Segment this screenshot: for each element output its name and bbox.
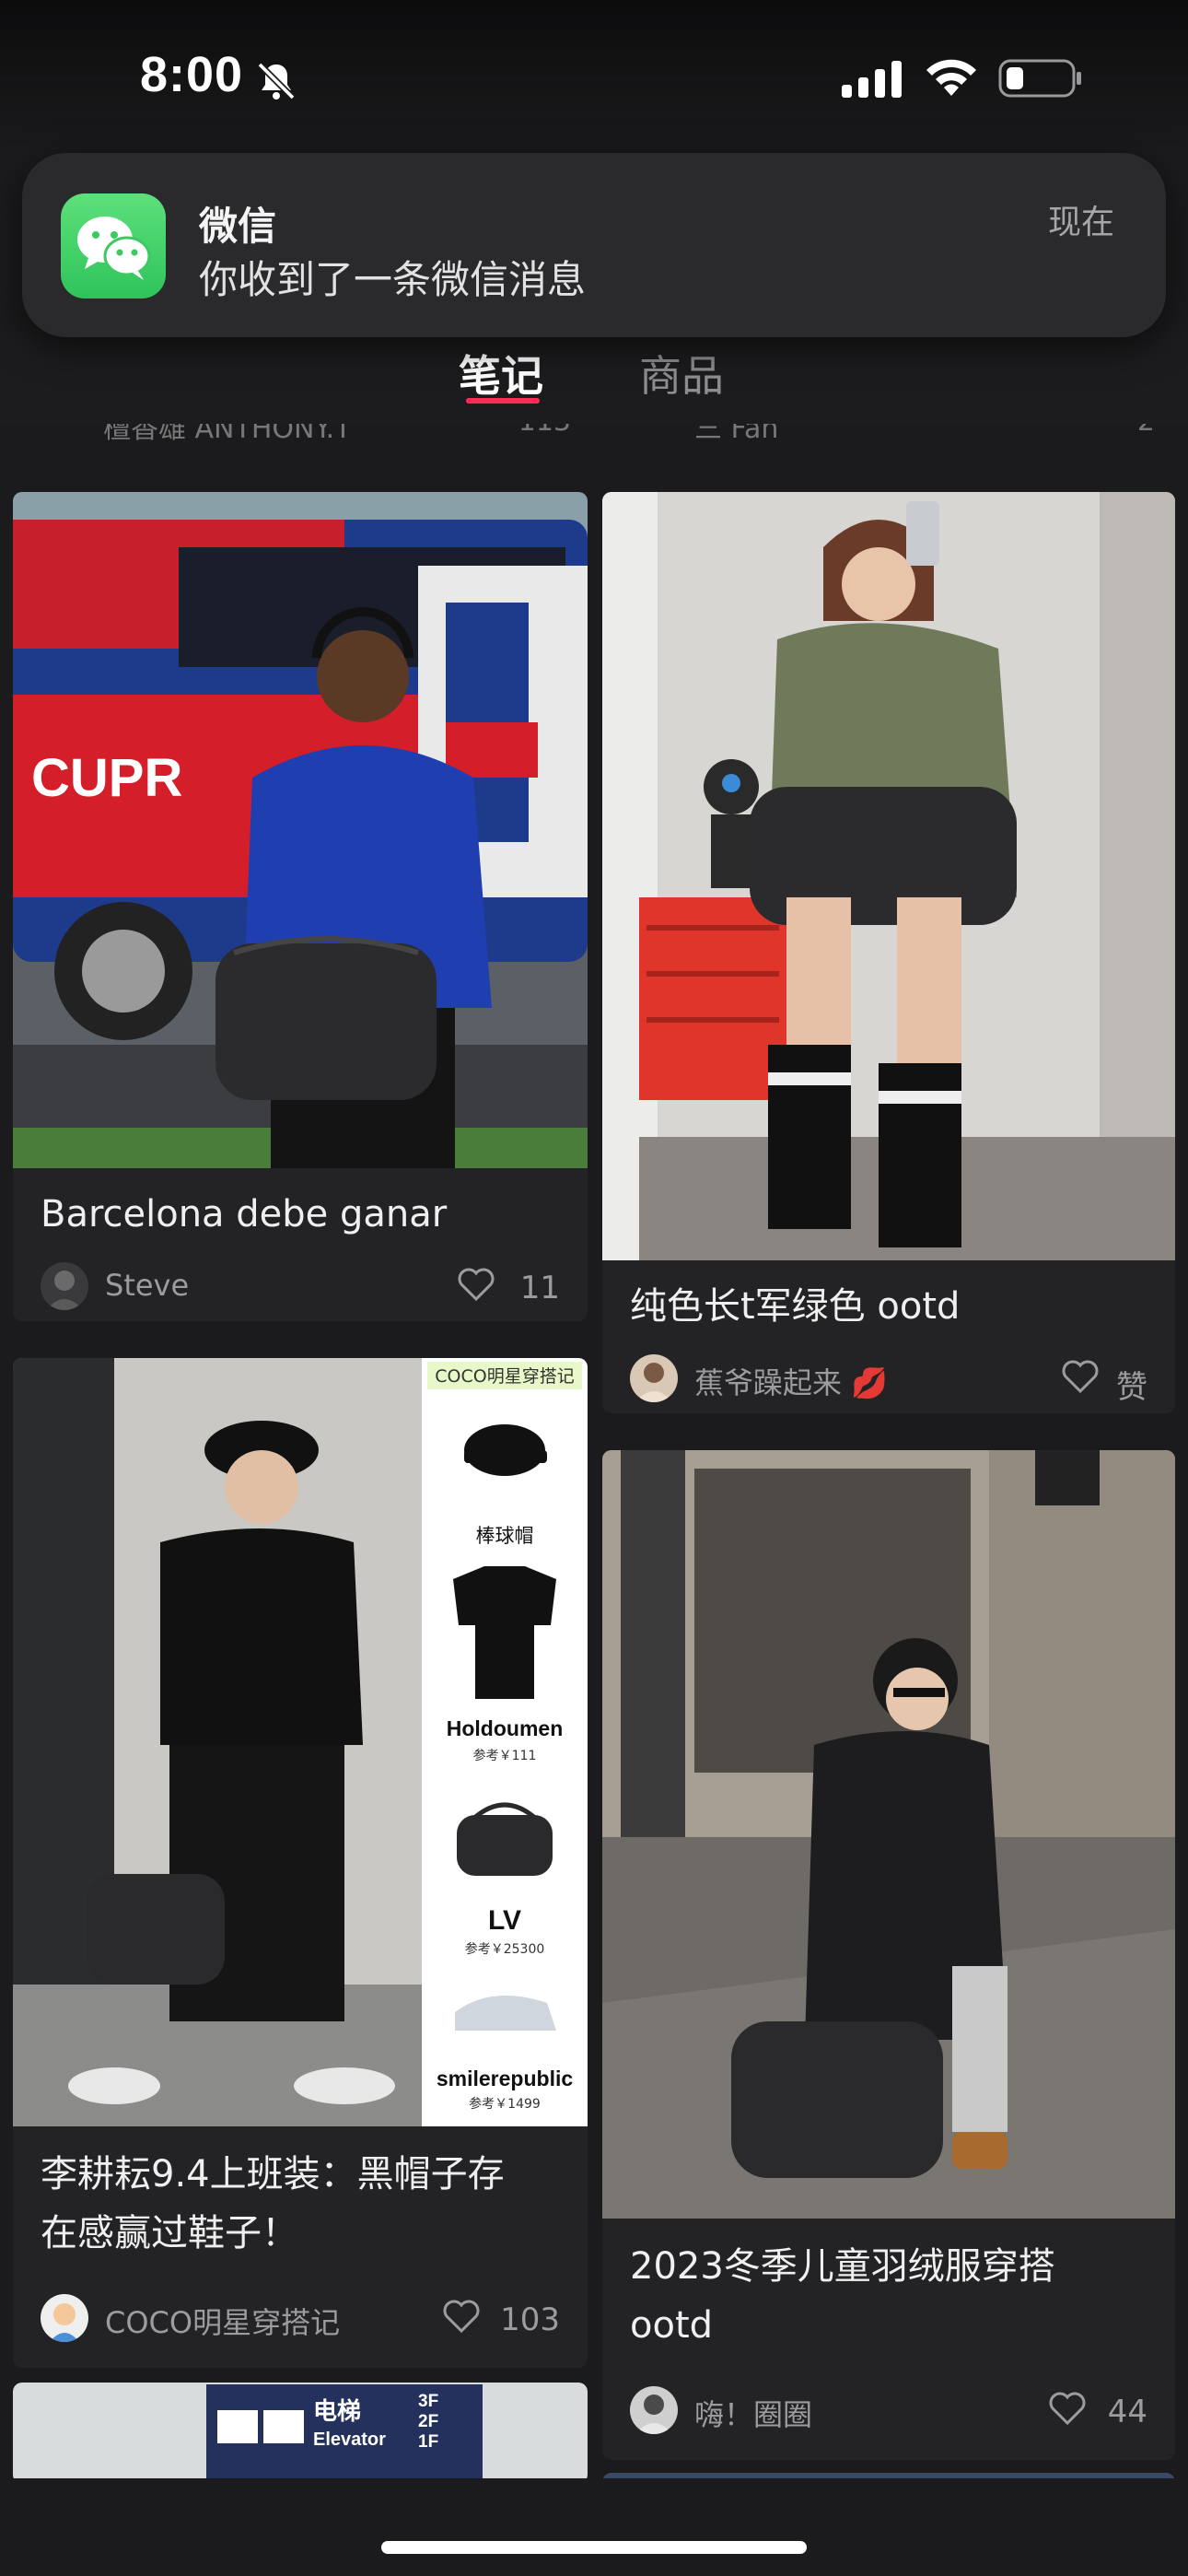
- sidebar-item-label: smilerepublic: [437, 2067, 573, 2090]
- like-button[interactable]: 44: [1046, 2390, 1147, 2430]
- card-title-line2: ootd: [630, 2304, 714, 2347]
- sidebar-item-price: 参考￥25300: [465, 1941, 545, 1957]
- heart-icon: [1062, 1360, 1099, 1394]
- feed-card[interactable]: CUPR Barcelona debe ganar Steve 11: [13, 492, 588, 1321]
- avatar[interactable]: [41, 2294, 88, 2342]
- card-photo-child-street: [602, 1450, 1175, 2219]
- card-title-line1: 李耕耘9.4上班装：黑帽子存: [41, 2153, 505, 2195]
- floor-label: 2F: [418, 2412, 438, 2431]
- floor-label: 3F: [418, 2392, 438, 2411]
- status-time: 8:00: [140, 47, 244, 102]
- feed-card-partial[interactable]: 电梯 Elevator 3F 2F 1F: [13, 2383, 588, 2484]
- avatar[interactable]: [41, 1262, 88, 1310]
- svg-text:CUPR: CUPR: [31, 748, 182, 808]
- author-row: 嗨！圈圈 44: [630, 2384, 1147, 2436]
- author-name[interactable]: Steve: [105, 1268, 189, 1303]
- author-row: COCO明星穿搭记 103: [41, 2292, 560, 2344]
- bottom-safe-area: [0, 2478, 1188, 2576]
- elevator-sign-en: Elevator: [313, 2430, 386, 2450]
- author-row: Steve 11: [41, 1260, 560, 1312]
- wifi-icon: [926, 59, 976, 96]
- author-name[interactable]: 蕉爷躁起来 💋: [694, 1360, 888, 1402]
- sidebar-header-text: COCO明星穿搭记: [435, 1366, 574, 1387]
- signal-icon: [842, 61, 902, 98]
- notification-app-name: 微信: [199, 204, 277, 249]
- card-photo-bus-man: CUPR: [13, 492, 588, 1168]
- xiaohongshu-feed-page: 8:00 笔记 商品 檀香雄 ANTHONY.T 三 Fan 微信 你收到了一条…: [0, 0, 1188, 2576]
- tab-notes[interactable]: 笔记: [459, 343, 543, 404]
- like-button[interactable]: 赞: [1055, 1358, 1147, 1406]
- like-count: 11: [519, 1270, 560, 1306]
- wechat-icon: [61, 193, 166, 299]
- tab-products[interactable]: 商品: [639, 343, 724, 404]
- status-bar: 8:00: [0, 0, 1188, 147]
- feed-card[interactable]: COCO明星穿搭记 棒球帽 Holdoumen 参考￥111 LV 参考￥253…: [13, 1358, 588, 2368]
- card-title-line1: 2023冬季儿童羽绒服穿搭: [630, 2245, 1055, 2288]
- card-photo-mirror-selfie: [602, 492, 1175, 1260]
- card-title: 纯色长t军绿色 ootd: [630, 1285, 961, 1328]
- author-name[interactable]: COCO明星穿搭记: [105, 2300, 340, 2342]
- avatar[interactable]: [630, 1354, 678, 1402]
- feed-card[interactable]: 2023冬季儿童羽绒服穿搭 ootd 嗨！圈圈 44: [602, 1450, 1175, 2460]
- like-button[interactable]: 103: [440, 2298, 560, 2338]
- like-button[interactable]: 11: [458, 1266, 560, 1306]
- battery-icon: [998, 59, 1081, 98]
- bell-slash-icon: [257, 62, 296, 100]
- card-photo-outfit-collage: COCO明星穿搭记 棒球帽 Holdoumen 参考￥111 LV 参考￥253…: [13, 1358, 588, 2126]
- elevator-sign-text: 电梯: [313, 2398, 361, 2426]
- notification-message: 你收到了一条微信消息: [199, 257, 587, 302]
- active-tab-indicator: [466, 398, 540, 404]
- card-photo-elevator: 电梯 Elevator 3F 2F 1F: [13, 2383, 588, 2484]
- sidebar-item-label: LV: [488, 1905, 521, 1936]
- author-row: 蕉爷躁起来 💋 赞: [630, 1352, 1147, 1406]
- home-indicator[interactable]: [381, 2541, 807, 2554]
- author-name[interactable]: 嗨！圈圈: [694, 2392, 812, 2434]
- card-title-line2: 在感赢过鞋子！: [41, 2212, 298, 2254]
- notification-time: 现在: [1047, 204, 1114, 241]
- wechat-notification[interactable]: 微信 你收到了一条微信消息 现在: [22, 153, 1166, 337]
- like-count: 赞: [1116, 1369, 1147, 1406]
- sidebar-item-price: 参考￥111: [473, 1748, 537, 1763]
- heart-icon: [458, 1268, 495, 1302]
- like-count: 44: [1107, 2394, 1147, 2430]
- card-title: Barcelona debe ganar: [41, 1193, 448, 1235]
- sidebar-item-label: Holdoumen: [447, 1716, 564, 1740]
- heart-icon: [1049, 2392, 1086, 2426]
- feed-card[interactable]: 纯色长t军绿色 ootd 蕉爷躁起来 💋 赞: [602, 492, 1175, 1413]
- avatar[interactable]: [630, 2386, 678, 2434]
- floor-label: 1F: [418, 2432, 438, 2452]
- sidebar-item-label: 棒球帽: [476, 1525, 534, 1547]
- tabs-bar: 笔记 商品: [0, 332, 1188, 424]
- sidebar-item-price: 参考￥1499: [469, 2096, 541, 2112]
- heart-icon: [443, 2300, 480, 2334]
- like-count: 103: [500, 2301, 560, 2338]
